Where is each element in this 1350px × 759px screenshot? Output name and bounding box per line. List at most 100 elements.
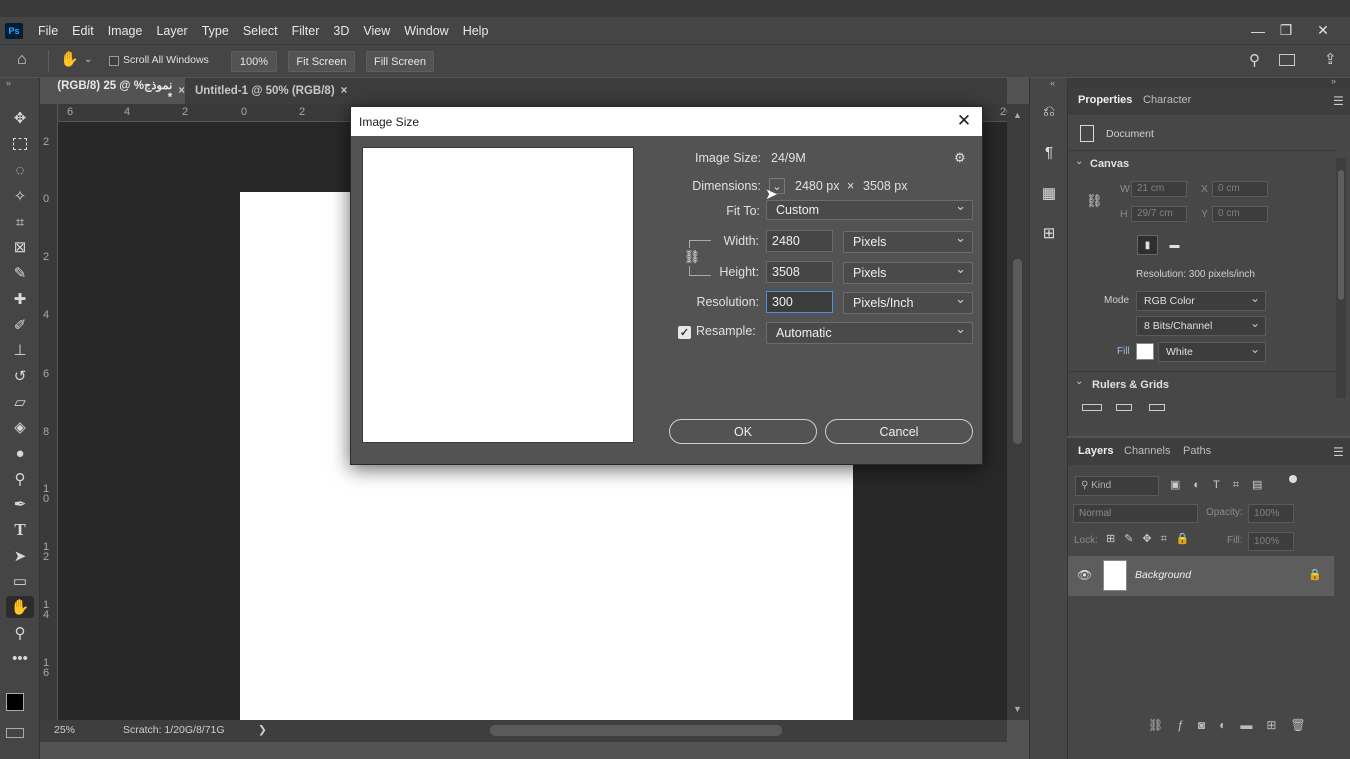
scroll-down-icon[interactable]: ▼ <box>1013 704 1022 714</box>
magic-wand-tool-icon[interactable]: ✧ <box>6 185 34 207</box>
crop-tool-icon[interactable]: ⌗ <box>6 211 34 233</box>
eyedropper-tool-icon[interactable]: ✎ <box>6 262 34 284</box>
search-icon[interactable]: ⚲ <box>1249 51 1260 69</box>
scroll-thumb[interactable] <box>1013 259 1022 444</box>
mode-select[interactable]: RGB Color <box>1136 289 1266 311</box>
frame-tool-icon[interactable]: ⊠ <box>6 236 34 258</box>
scroll-thumb[interactable] <box>1338 170 1344 300</box>
close-tab-icon[interactable]: × <box>178 85 185 97</box>
hand-tool-icon[interactable]: ✋ <box>60 50 80 72</box>
restore-button[interactable]: ❐ <box>1272 17 1300 44</box>
hand-tool-icon[interactable]: ✋ <box>6 596 34 618</box>
dodge-tool-icon[interactable]: ⚲ <box>6 468 34 490</box>
fill-screen-button[interactable]: Fill Screen <box>366 51 434 72</box>
scroll-up-icon[interactable]: ▲ <box>1013 110 1022 120</box>
lasso-tool-icon[interactable]: ◌ <box>6 159 34 181</box>
scroll-all-windows-checkbox[interactable] <box>109 56 119 66</box>
layer-row-background[interactable]: 👁 Background 🔒 <box>1068 556 1334 596</box>
canvas-y-field[interactable]: 0 cm <box>1212 206 1268 222</box>
resample-checkbox[interactable]: ✓ <box>678 326 691 339</box>
cancel-button[interactable]: Cancel <box>825 419 973 444</box>
fit-screen-button[interactable]: Fit Screen <box>288 51 355 72</box>
tab-properties[interactable]: Properties <box>1078 94 1132 106</box>
menu-view[interactable]: View <box>356 24 397 38</box>
close-tab-icon[interactable]: × <box>341 85 348 97</box>
menu-window[interactable]: Window <box>397 24 455 38</box>
canvas-x-field[interactable]: 0 cm <box>1212 181 1268 197</box>
menu-3d[interactable]: 3D <box>326 24 356 38</box>
menu-type[interactable]: Type <box>195 24 236 38</box>
fill-field[interactable]: 100% <box>1248 532 1294 551</box>
landscape-orientation-icon[interactable]: ▬ <box>1164 235 1185 255</box>
resolution-input[interactable]: 300 <box>766 291 833 313</box>
panel-menu-icon[interactable]: ☰ <box>1333 94 1344 108</box>
resolution-unit-select[interactable]: Pixels/Inch <box>843 289 973 314</box>
blur-tool-icon[interactable]: ● <box>6 442 34 464</box>
share-icon[interactable]: ⇪ <box>1324 50 1337 68</box>
zoom-level[interactable]: 25% <box>54 724 75 736</box>
workspace-icon[interactable] <box>1279 54 1295 66</box>
chevron-down-icon[interactable]: ⌄ <box>1075 156 1083 167</box>
brush-tool-icon[interactable]: ✐ <box>6 314 34 336</box>
chevron-down-icon[interactable]: ⌄ <box>84 54 92 65</box>
guides-icon[interactable] <box>1149 404 1165 411</box>
tab-document-active[interactable]: نموذج% @ 25 (RGB/8) * × <box>40 78 185 104</box>
type-tool-icon[interactable]: T <box>6 519 34 541</box>
canvas-section-title[interactable]: Canvas <box>1090 158 1129 170</box>
adjustments-panel-icon[interactable]: ⊞ <box>1037 221 1061 245</box>
status-menu-arrow[interactable]: ❯ <box>258 724 267 736</box>
portrait-orientation-icon[interactable]: ▮ <box>1137 235 1158 255</box>
menu-filter[interactable]: Filter <box>285 24 327 38</box>
paint-bucket-tool-icon[interactable]: ◈ <box>6 416 34 438</box>
gear-icon[interactable]: ⚙ <box>954 150 966 166</box>
lock-options-icons[interactable]: ⊞✎✥⌗🔒 <box>1106 532 1199 546</box>
history-panel-icon[interactable]: ⎌ <box>1037 99 1061 123</box>
filter-icons[interactable]: ▣◐T⌗▤ <box>1170 478 1275 492</box>
path-selection-tool-icon[interactable]: ➤ <box>6 545 34 567</box>
visibility-eye-icon[interactable]: 👁 <box>1077 568 1092 582</box>
properties-scrollbar[interactable] <box>1336 158 1346 398</box>
shape-tool-icon[interactable]: ▭ <box>6 570 34 592</box>
collapse-icon[interactable]: » <box>1331 76 1336 86</box>
menu-edit[interactable]: Edit <box>65 24 101 38</box>
width-input[interactable]: 2480 <box>766 230 833 252</box>
tab-layers[interactable]: Layers <box>1078 445 1113 457</box>
tab-paths[interactable]: Paths <box>1183 445 1211 457</box>
close-icon[interactable]: ✕ <box>954 110 974 132</box>
menu-file[interactable]: File <box>31 24 65 38</box>
resample-select[interactable]: Automatic <box>766 319 973 344</box>
ruler-icon[interactable] <box>1082 404 1102 411</box>
move-tool-icon[interactable]: ✥ <box>6 107 34 129</box>
image-preview[interactable] <box>362 147 634 443</box>
more-tools-icon[interactable]: ••• <box>6 647 34 669</box>
blend-mode-select[interactable]: Normal <box>1073 504 1198 523</box>
layer-name[interactable]: Background <box>1135 569 1191 581</box>
marquee-tool-icon[interactable] <box>6 133 34 155</box>
link-icon[interactable]: ⛓ <box>1086 193 1103 209</box>
height-unit-select[interactable]: Pixels <box>843 259 973 284</box>
stamp-tool-icon[interactable]: ⊥ <box>6 339 34 361</box>
layer-actions-bar[interactable]: ⛓ƒ◙◐▬⊞🗑 <box>1148 718 1320 732</box>
grid-icon[interactable] <box>1116 404 1132 411</box>
table-panel-icon[interactable]: ▦ <box>1037 181 1061 205</box>
tab-channels[interactable]: Channels <box>1124 445 1170 457</box>
filter-toggle-icon[interactable] <box>1289 475 1297 483</box>
tab-character[interactable]: Character <box>1143 94 1191 106</box>
fit-to-select[interactable]: Custom <box>766 197 973 220</box>
layer-kind-filter[interactable]: ⚲ Kind <box>1075 476 1159 496</box>
home-icon[interactable]: ⌂ <box>17 51 39 71</box>
eraser-tool-icon[interactable]: ▱ <box>6 391 34 413</box>
pen-tool-icon[interactable]: ✒ <box>6 493 34 515</box>
height-input[interactable]: 3508 <box>766 261 833 283</box>
menu-select[interactable]: Select <box>236 24 285 38</box>
fill-select[interactable]: White <box>1158 340 1266 362</box>
menu-help[interactable]: Help <box>456 24 496 38</box>
rulers-grids-section-title[interactable]: Rulers & Grids <box>1092 379 1169 391</box>
ok-button[interactable]: OK <box>669 419 817 444</box>
menu-image[interactable]: Image <box>101 24 150 38</box>
close-window-button[interactable]: ✕ <box>1309 17 1337 44</box>
opacity-field[interactable]: 100% <box>1248 504 1294 523</box>
vertical-scrollbar[interactable]: ▲ ▼ <box>1007 104 1029 720</box>
tab-untitled-1[interactable]: Untitled-1 @ 50% (RGB/8) × <box>185 78 350 104</box>
healing-brush-tool-icon[interactable]: ✚ <box>6 288 34 310</box>
